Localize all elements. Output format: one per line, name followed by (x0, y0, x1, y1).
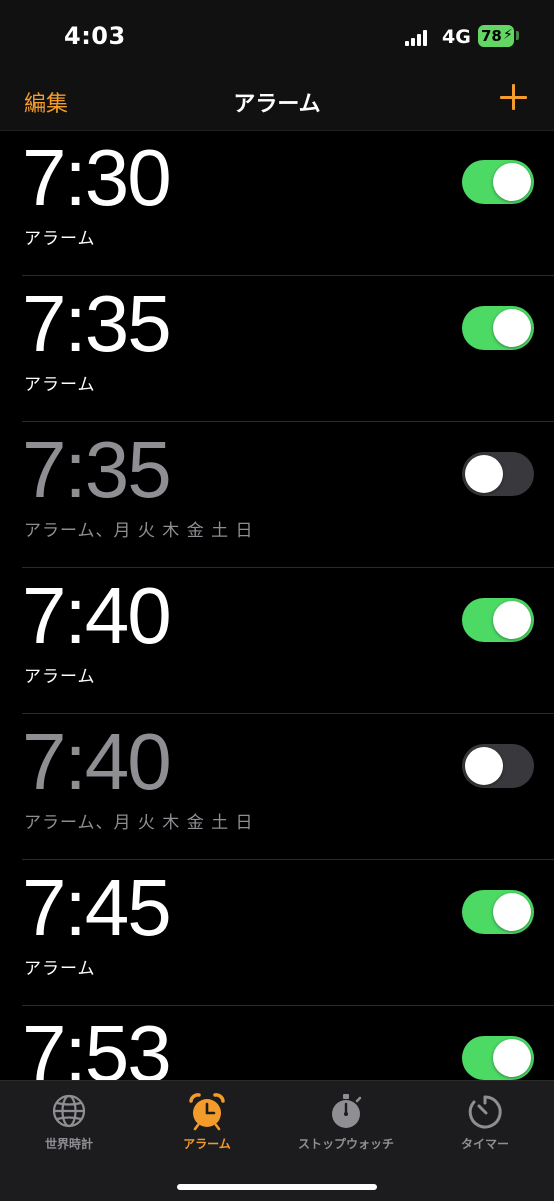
alarm-time: 7:45 (22, 863, 172, 952)
alarm-list: 7:30 アラーム 7:35 アラーム 7:35 アラーム、月 火 木 金 土 … (0, 130, 554, 1080)
tab-alarm[interactable]: アラーム (138, 1091, 276, 1152)
alarm-label: アラーム (24, 667, 96, 687)
alarm-toggle[interactable] (462, 890, 534, 934)
alarm-toggle[interactable] (462, 1036, 534, 1080)
alarm-label: アラーム (24, 959, 96, 979)
toggle-knob (465, 747, 503, 785)
charging-icon: ⚡ (503, 27, 513, 43)
alarm-label: アラーム、月 火 木 金 土 日 (24, 521, 254, 541)
navigation-bar: 編集 アラーム (0, 78, 554, 131)
toggle-knob (493, 601, 531, 639)
toggle-knob (493, 893, 531, 931)
alarm-clock-icon (189, 1093, 225, 1131)
battery-tip (516, 31, 519, 40)
alarm-time: 7:30 (22, 133, 172, 222)
toggle-knob (465, 455, 503, 493)
alarm-toggle[interactable] (462, 744, 534, 788)
home-indicator[interactable] (177, 1184, 377, 1190)
globe-icon (52, 1094, 86, 1128)
tab-label: 世界時計 (44, 1137, 93, 1151)
tab-timer[interactable]: タイマー (416, 1091, 554, 1152)
alarm-row[interactable]: 7:35 アラーム (22, 276, 554, 422)
alarm-row[interactable]: 7:40 アラーム、月 火 木 金 土 日 (22, 714, 554, 860)
tab-label: ストップウォッチ (297, 1137, 394, 1151)
alarm-time: 7:35 (22, 279, 172, 368)
tab-label: タイマー (460, 1137, 509, 1151)
alarm-row[interactable]: 7:53 (22, 1006, 554, 1080)
alarm-toggle[interactable] (462, 452, 534, 496)
page-title: アラーム (233, 92, 321, 117)
alarm-row[interactable]: 7:40 アラーム (22, 568, 554, 714)
alarm-label: アラーム (24, 229, 96, 249)
alarm-label: アラーム (24, 375, 96, 395)
toggle-knob (493, 1039, 531, 1077)
toggle-knob (493, 163, 531, 201)
tab-bar: 世界時計 アラーム ストップウォッチ タイマー (0, 1080, 554, 1201)
alarm-time: 7:40 (22, 717, 172, 806)
status-bar: 4:03 4G 78 ⚡ (0, 0, 554, 78)
add-alarm-button[interactable] (500, 84, 528, 112)
network-type: 4G (442, 26, 471, 48)
signal-strength-icon (405, 30, 431, 46)
alarm-row[interactable]: 7:30 アラーム (22, 130, 554, 276)
alarm-label: アラーム、月 火 木 金 土 日 (24, 813, 254, 833)
status-time: 4:03 (64, 22, 126, 50)
tab-label: アラーム (183, 1137, 231, 1151)
tab-world-clock[interactable]: 世界時計 (0, 1091, 138, 1152)
tab-stopwatch[interactable]: ストップウォッチ (277, 1091, 415, 1152)
alarm-toggle[interactable] (462, 306, 534, 350)
alarm-time: 7:53 (22, 1009, 172, 1081)
alarm-row[interactable]: 7:45 アラーム (22, 860, 554, 1006)
alarm-row[interactable]: 7:35 アラーム、月 火 木 金 土 日 (22, 422, 554, 568)
alarm-toggle[interactable] (462, 598, 534, 642)
alarm-time: 7:40 (22, 571, 172, 660)
timer-icon (468, 1095, 502, 1129)
alarm-time: 7:35 (22, 425, 172, 514)
toggle-knob (493, 309, 531, 347)
stopwatch-icon (332, 1094, 362, 1128)
alarm-toggle[interactable] (462, 160, 534, 204)
